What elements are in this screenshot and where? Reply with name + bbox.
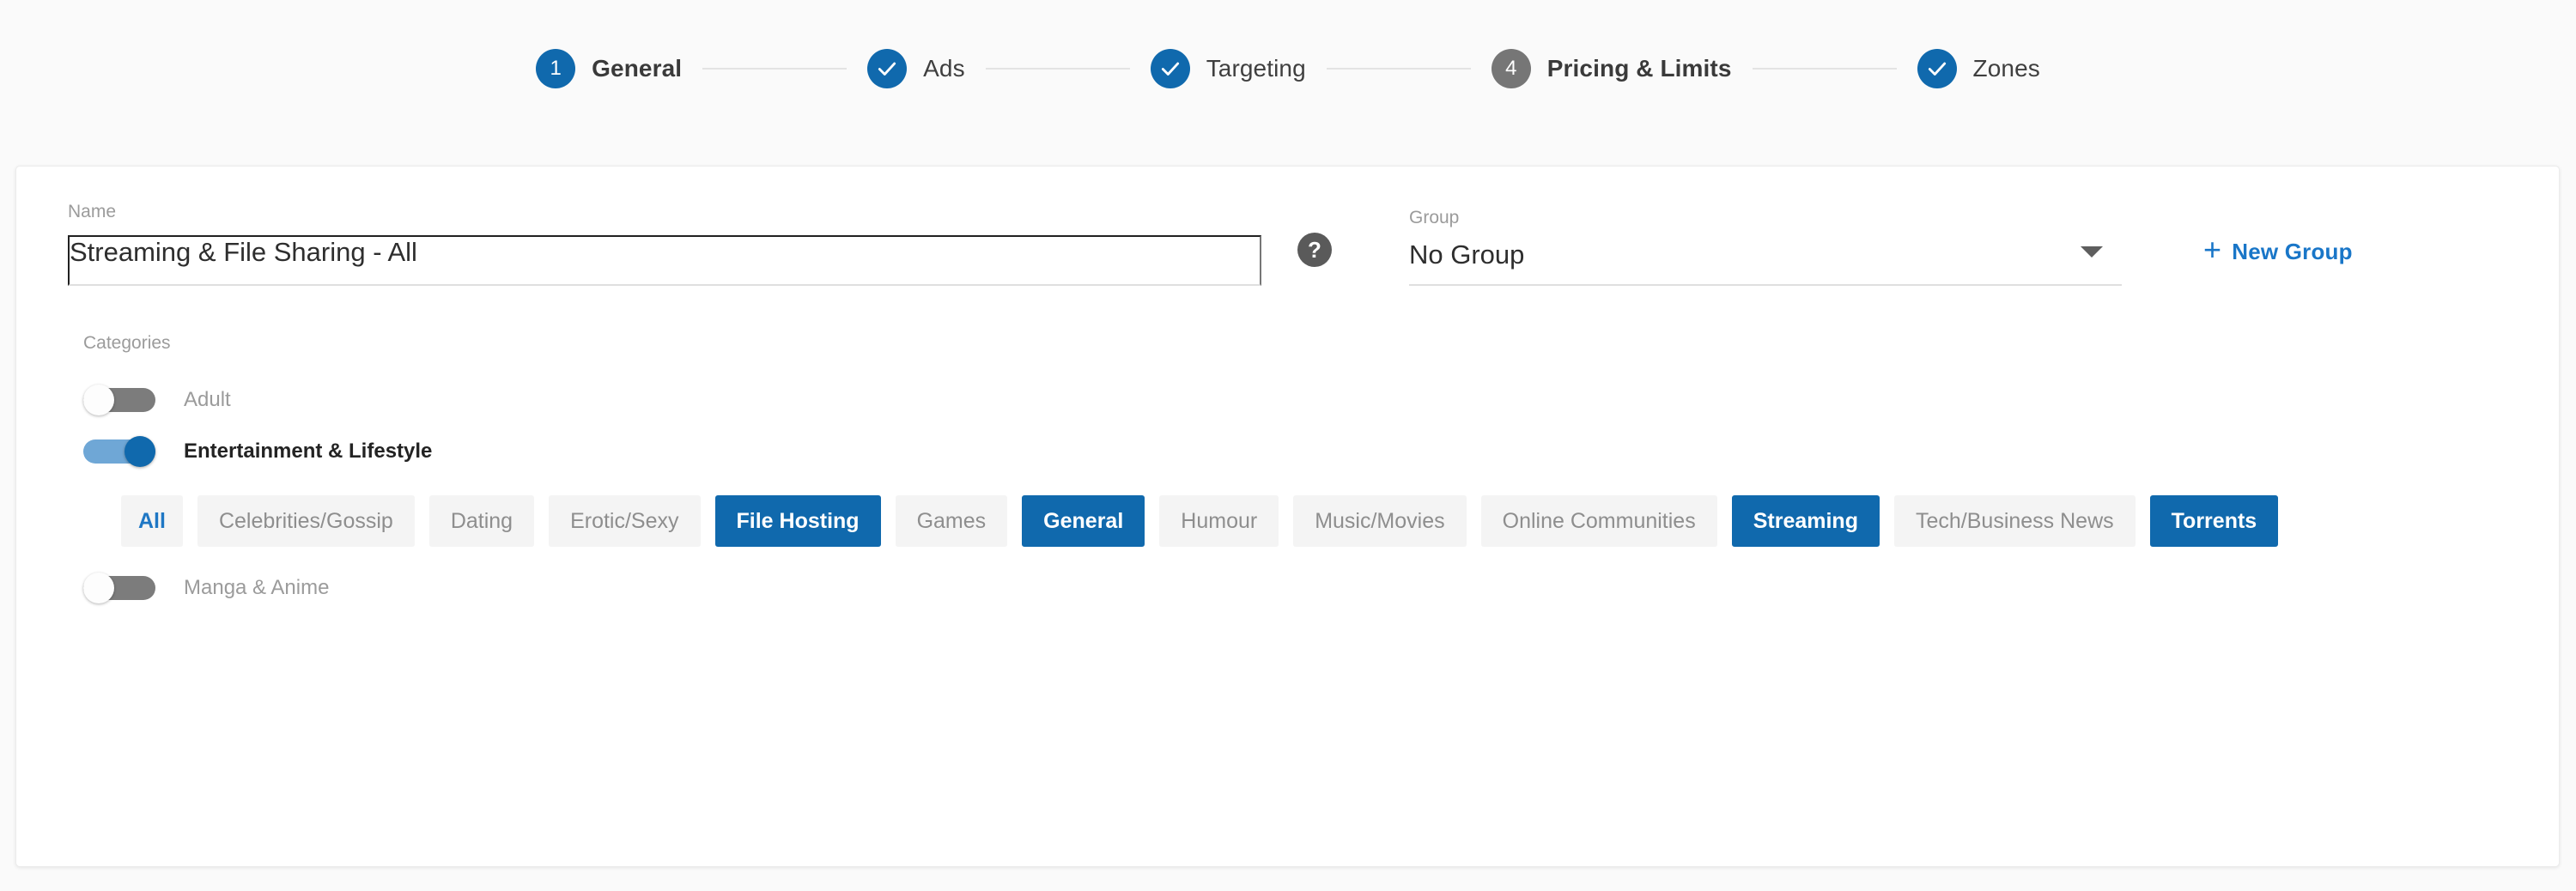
new-group-button[interactable]: + New Group xyxy=(2203,232,2353,267)
step-connector xyxy=(1326,68,1471,70)
subcategory-chip[interactable]: General xyxy=(1022,495,1145,547)
step-label-general: General xyxy=(592,55,683,82)
subcategory-chip[interactable]: Games xyxy=(895,495,1008,547)
subcategory-chip[interactable]: Tech/Business News xyxy=(1893,495,2136,547)
toggle-switch-manga-anime[interactable] xyxy=(83,573,155,603)
subcategory-chip[interactable]: Online Communities xyxy=(1480,495,1717,547)
step-label-targeting: Targeting xyxy=(1206,55,1306,82)
step-pricing-limits[interactable]: 4 Pricing & Limits xyxy=(1491,49,1732,88)
step-label-ads: Ads xyxy=(923,55,965,82)
subcategory-chip[interactable]: Music/Movies xyxy=(1293,495,1467,547)
plus-icon: + xyxy=(2203,232,2222,267)
step-label-pricing-limits: Pricing & Limits xyxy=(1546,55,1732,82)
step-targeting[interactable]: Targeting xyxy=(1150,49,1306,88)
step-number-badge: 4 xyxy=(1491,49,1531,88)
name-field-wrapper: Name xyxy=(68,203,1261,286)
check-icon xyxy=(867,49,908,88)
step-connector xyxy=(702,68,848,70)
step-label-zones: Zones xyxy=(1972,55,2040,82)
name-label: Name xyxy=(68,202,117,221)
subcategory-chip[interactable]: Torrents xyxy=(2149,495,2279,547)
toggle-knob xyxy=(83,573,114,603)
subcategory-chip[interactable]: Streaming xyxy=(1731,495,1880,547)
step-number-badge: 1 xyxy=(536,49,576,88)
category-toggle-label-entertainment-lifestyle: Entertainment & Lifestyle xyxy=(184,439,433,463)
step-connector xyxy=(1752,68,1897,70)
subcategory-chip[interactable]: Dating xyxy=(428,495,535,547)
wizard-stepper: 1 General Ads Targeting 4 Pricing & Limits Zon… xyxy=(0,0,2576,137)
name-input[interactable] xyxy=(68,235,1261,286)
help-icon[interactable]: ? xyxy=(1297,233,1332,267)
category-toggle-adult[interactable]: Adult xyxy=(16,385,2559,415)
chevron-down-icon[interactable] xyxy=(2081,246,2103,258)
step-ads[interactable]: Ads xyxy=(867,49,965,88)
subcategory-chip[interactable]: Erotic/Sexy xyxy=(549,495,701,547)
check-icon xyxy=(1917,49,1957,88)
group-select[interactable]: No Group xyxy=(1409,241,2122,286)
step-zones[interactable]: Zones xyxy=(1917,49,2040,88)
category-toggle-label-manga-anime: Manga & Anime xyxy=(184,576,330,599)
subcategory-chip[interactable]: File Hosting xyxy=(714,495,881,547)
name-group-row: Name ? Group No Group + New Group xyxy=(16,167,2559,286)
step-connector xyxy=(985,68,1130,70)
toggle-knob xyxy=(125,436,155,467)
group-field-wrapper: Group No Group xyxy=(1409,209,2122,286)
categories-section-label: Categories xyxy=(83,333,171,353)
toggle-switch-adult[interactable] xyxy=(83,385,155,415)
subcategory-chip[interactable]: All xyxy=(121,495,183,547)
check-icon xyxy=(1150,49,1190,88)
subcategory-chip[interactable]: Celebrities/Gossip xyxy=(197,495,415,547)
subcategory-chip-list: All Celebrities/Gossip Dating Erotic/Sexy Fi… xyxy=(121,495,2371,547)
step-general[interactable]: 1 General xyxy=(536,49,682,88)
group-label: Group xyxy=(1409,208,1460,227)
category-toggle-label-adult: Adult xyxy=(184,388,231,411)
subcategory-chip[interactable]: Humour xyxy=(1159,495,1279,547)
toggle-knob xyxy=(83,385,114,415)
new-group-label: New Group xyxy=(2232,238,2353,264)
general-settings-card: Name ? Group No Group + New Group Catego… xyxy=(15,166,2560,867)
category-toggle-entertainment-lifestyle[interactable]: Entertainment & Lifestyle xyxy=(16,436,2559,467)
category-toggle-manga-anime[interactable]: Manga & Anime xyxy=(16,573,2559,603)
toggle-switch-entertainment-lifestyle[interactable] xyxy=(83,436,155,467)
